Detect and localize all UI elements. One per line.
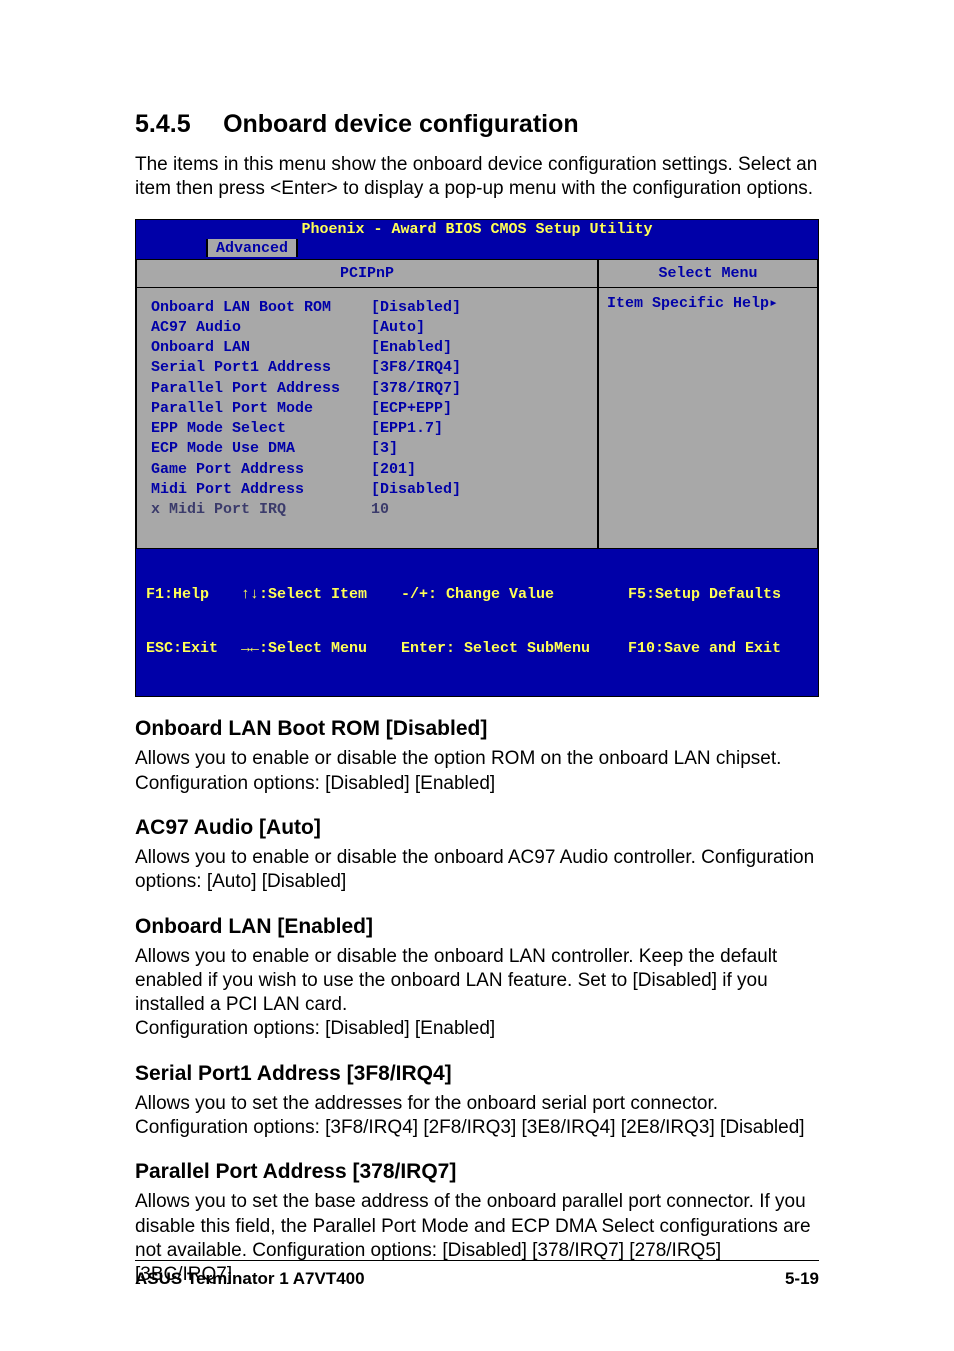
subsection-title: Serial Port1 Address [3F8/IRQ4] bbox=[135, 1062, 819, 1086]
bios-row: Serial Port1 Address [3F8/IRQ4] bbox=[151, 358, 583, 378]
bios-footer-cell: F1:Help ESC:Exit bbox=[146, 550, 241, 694]
bios-item-value: [Auto] bbox=[371, 318, 583, 338]
subsection-title: Parallel Port Address [378/IRQ7] bbox=[135, 1160, 819, 1184]
bios-item-label: EPP Mode Select bbox=[151, 419, 371, 439]
page-footer: ASUS Terminator 1 A7VT400 5-19 bbox=[135, 1260, 819, 1289]
bios-row: Onboard LAN Boot ROM [Disabled] bbox=[151, 298, 583, 318]
bios-item-value: [EPP1.7] bbox=[371, 419, 583, 439]
subsection-body: Allows you to enable or disable the onbo… bbox=[135, 945, 819, 1042]
bios-tab-advanced: Advanced bbox=[206, 239, 298, 257]
bios-main: PCIPnP Onboard LAN Boot ROM [Disabled] A… bbox=[136, 259, 818, 550]
bios-item-label: Onboard LAN bbox=[151, 338, 371, 358]
section-heading: 5.4.5 Onboard device configuration bbox=[135, 110, 819, 139]
subsection-title: Onboard LAN Boot ROM [Disabled] bbox=[135, 717, 819, 741]
bios-item-value: [Disabled] bbox=[371, 298, 583, 318]
bios-row: Midi Port Address [Disabled] bbox=[151, 480, 583, 500]
bios-left-header: PCIPnP bbox=[137, 260, 597, 288]
bios-row-disabled: x Midi Port IRQ 10 bbox=[151, 500, 583, 520]
bios-footer-cell: F5:Setup Defaults F10:Save and Exit bbox=[628, 550, 808, 694]
bios-item-label: AC97 Audio bbox=[151, 318, 371, 338]
bios-item-label: Parallel Port Mode bbox=[151, 399, 371, 419]
bios-item-value: [201] bbox=[371, 460, 583, 480]
bios-item-value: [3F8/IRQ4] bbox=[371, 358, 583, 378]
section-number: 5.4.5 bbox=[135, 110, 191, 139]
bios-item-value: [378/IRQ7] bbox=[371, 379, 583, 399]
bios-item-label: Parallel Port Address bbox=[151, 379, 371, 399]
bios-item-label: Game Port Address bbox=[151, 460, 371, 480]
bios-row: Parallel Port Mode [ECP+EPP] bbox=[151, 399, 583, 419]
bios-item-list: Onboard LAN Boot ROM [Disabled] AC97 Aud… bbox=[137, 288, 597, 549]
section-title: Onboard device configuration bbox=[223, 110, 579, 138]
bios-footer-cell: -/+: Change Value Enter: Select SubMenu bbox=[401, 550, 628, 694]
bios-item-value: 10 bbox=[371, 500, 583, 520]
bios-tab-row: Advanced bbox=[136, 239, 818, 259]
bios-footer-cell: ↑↓:Select Item →←:Select Menu bbox=[241, 550, 401, 694]
bios-titlebar: Phoenix - Award BIOS CMOS Setup Utility bbox=[136, 220, 818, 239]
footer-product: ASUS Terminator 1 A7VT400 bbox=[135, 1269, 365, 1289]
bios-item-value: [3] bbox=[371, 439, 583, 459]
bios-right-panel: Select Menu Item Specific Help▸ bbox=[598, 259, 818, 550]
bios-row: Onboard LAN [Enabled] bbox=[151, 338, 583, 358]
bios-row: AC97 Audio [Auto] bbox=[151, 318, 583, 338]
bios-row: ECP Mode Use DMA [3] bbox=[151, 439, 583, 459]
bios-screenshot: Phoenix - Award BIOS CMOS Setup Utility … bbox=[135, 219, 819, 698]
bios-item-value: [ECP+EPP] bbox=[371, 399, 583, 419]
bios-footer: F1:Help ESC:Exit ↑↓:Select Item →←:Selec… bbox=[136, 549, 818, 696]
bios-left-panel: PCIPnP Onboard LAN Boot ROM [Disabled] A… bbox=[136, 259, 598, 550]
bios-right-header: Select Menu bbox=[599, 260, 817, 288]
subsection-title: AC97 Audio [Auto] bbox=[135, 816, 819, 840]
bios-item-label: x Midi Port IRQ bbox=[151, 500, 371, 520]
bios-help-text: Item Specific Help▸ bbox=[599, 288, 817, 317]
bios-item-label: Midi Port Address bbox=[151, 480, 371, 500]
bios-item-label: ECP Mode Use DMA bbox=[151, 439, 371, 459]
subsection-title: Onboard LAN [Enabled] bbox=[135, 915, 819, 939]
footer-page-number: 5-19 bbox=[785, 1269, 819, 1289]
bios-item-label: Serial Port1 Address bbox=[151, 358, 371, 378]
page-content: 5.4.5 Onboard device configuration The i… bbox=[0, 0, 954, 1288]
bios-row: Parallel Port Address [378/IRQ7] bbox=[151, 379, 583, 399]
bios-item-value: [Enabled] bbox=[371, 338, 583, 358]
bios-row: EPP Mode Select [EPP1.7] bbox=[151, 419, 583, 439]
bios-item-value: [Disabled] bbox=[371, 480, 583, 500]
bios-row: Game Port Address [201] bbox=[151, 460, 583, 480]
bios-item-label: Onboard LAN Boot ROM bbox=[151, 298, 371, 318]
subsection-body: Allows you to enable or disable the onbo… bbox=[135, 846, 819, 895]
intro-paragraph: The items in this menu show the onboard … bbox=[135, 153, 819, 201]
subsection-body: Allows you to set the addresses for the … bbox=[135, 1092, 819, 1141]
subsection-body: Allows you to enable or disable the opti… bbox=[135, 747, 819, 796]
